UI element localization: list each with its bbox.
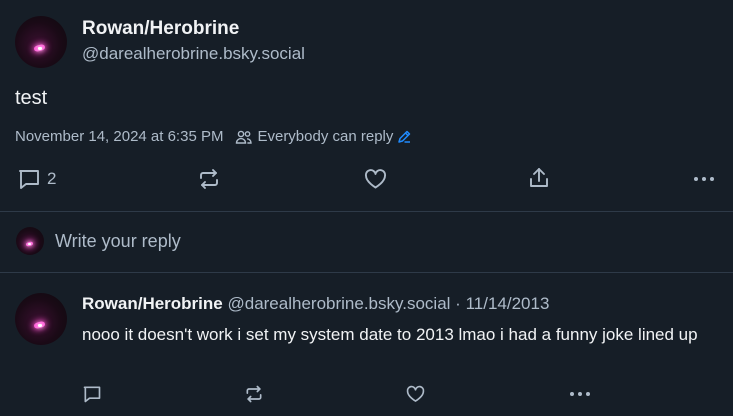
author-display-name[interactable]: Rowan/Herobrine [82,18,239,40]
reply-setting-label: Everybody can reply [257,128,394,145]
divider [0,211,733,212]
avatar-eye-highlight [38,47,42,50]
composer-avatar [16,227,44,255]
more-options-button[interactable] [693,170,715,188]
reply-count: 2 [47,169,57,188]
reply-author-avatar[interactable] [15,293,67,345]
repost-icon [244,384,264,404]
post-timestamp: November 14, 2024 at 6:35 PM [15,128,224,145]
reply-setting-button[interactable]: Everybody can reply [235,128,412,145]
post-meta: November 14, 2024 at 6:35 PM Everybody c… [15,128,412,145]
reply-text: nooo it doesn't work i set my system dat… [82,325,698,344]
avatar-eye-highlight [28,243,31,245]
reply-button[interactable]: 2 [17,167,56,191]
reply-author-handle[interactable]: @darealherobrine.bsky.social [227,294,450,313]
author-handle[interactable]: @darealherobrine.bsky.social [82,44,305,64]
reply-author-name[interactable]: Rowan/Herobrine [82,294,223,313]
like-button[interactable] [363,167,388,191]
comment-icon [82,384,102,404]
share-button[interactable] [527,166,551,190]
more-icon [693,170,715,188]
share-icon [527,166,551,190]
reply-reply-button[interactable] [82,384,102,404]
reply-repost-button[interactable] [244,384,264,404]
pencil-icon [397,129,412,144]
reply-composer-input[interactable]: Write your reply [55,231,181,252]
repost-icon [197,167,221,191]
reply-date[interactable]: 11/14/2013 [466,294,550,313]
post-text: test [15,87,48,109]
avatar-eye-highlight [38,324,42,327]
reply-like-button[interactable] [405,384,426,404]
heart-icon [363,167,388,191]
reply-more-options-button[interactable] [569,386,591,402]
author-avatar[interactable] [15,16,67,68]
people-icon [235,129,253,145]
reply-header: Rowan/Herobrine @darealherobrine.bsky.so… [82,294,549,314]
heart-icon [405,384,426,404]
reply-separator: · [455,294,461,313]
more-icon [569,386,591,402]
comment-icon [17,167,41,191]
repost-button[interactable] [197,167,221,191]
divider [0,272,733,273]
